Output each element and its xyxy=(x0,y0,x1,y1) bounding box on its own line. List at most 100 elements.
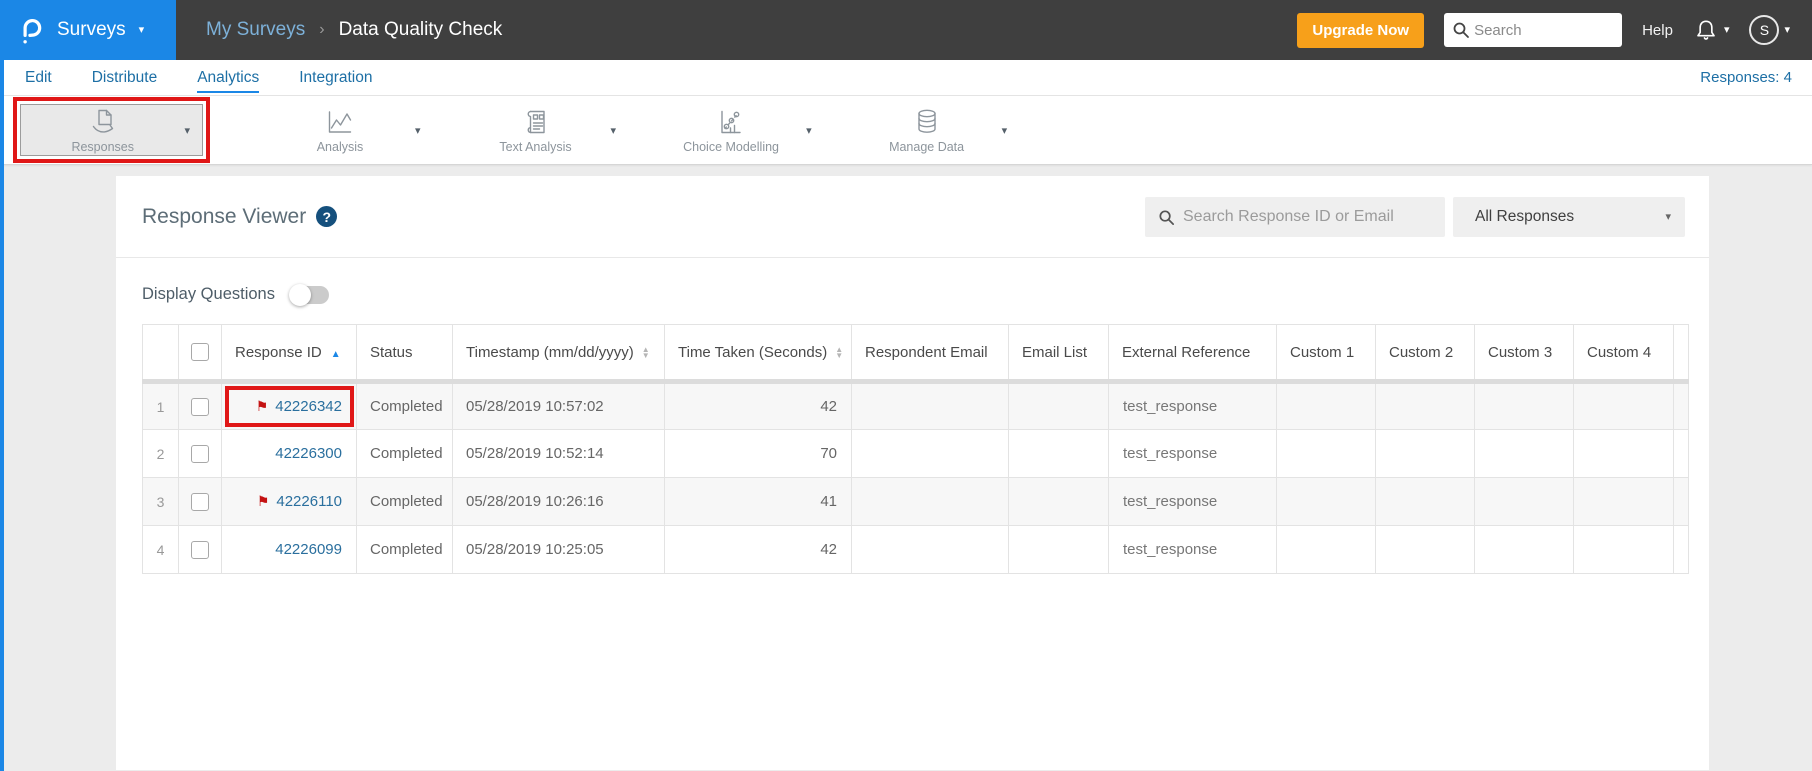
custom-2-cell xyxy=(1375,477,1475,526)
row-checkbox[interactable] xyxy=(191,444,209,463)
header-custom-2[interactable]: Custom 2 xyxy=(1375,324,1475,382)
toolbar-responses-button[interactable]: Responses ▾ xyxy=(13,97,210,163)
spacer-cell xyxy=(1673,525,1689,574)
product-switcher[interactable]: Surveys ▾ xyxy=(0,0,176,60)
custom-1-cell xyxy=(1276,525,1376,574)
nav-item-integration[interactable]: Integration xyxy=(299,62,372,93)
toolbar-manage-data-button[interactable]: Manage Data ▾ xyxy=(852,107,1007,154)
header-custom-4[interactable]: Custom 4 xyxy=(1573,324,1674,382)
toggle-knob xyxy=(288,283,311,306)
email-list-cell xyxy=(1008,381,1109,430)
header-spacer xyxy=(1673,324,1689,382)
spacer-cell xyxy=(1673,429,1689,478)
external-reference-cell: test_response xyxy=(1108,381,1277,430)
header-select-all[interactable] xyxy=(178,324,222,382)
timestamp-cell: 05/28/2019 10:25:05 xyxy=(452,525,665,574)
response-id-link[interactable]: 42226099 xyxy=(275,541,342,558)
response-viewer-card: Response Viewer ? All Responses ▾ Displa… xyxy=(116,176,1709,770)
row-select-cell xyxy=(178,477,222,526)
nav-item-edit[interactable]: Edit xyxy=(25,62,52,93)
response-search-input[interactable] xyxy=(1145,196,1445,237)
row-number: 2 xyxy=(142,429,179,478)
breadcrumb: My Surveys › Data Quality Check xyxy=(206,19,502,41)
questionpro-logo-icon xyxy=(23,18,42,44)
toolbar-choice-modelling-button[interactable]: Choice Modelling ▾ xyxy=(656,107,812,154)
row-number: 1 xyxy=(142,381,179,430)
header-respondent-email[interactable]: Respondent Email xyxy=(851,324,1009,382)
header-status[interactable]: Status xyxy=(356,324,453,382)
toolbar-item-label: Responses xyxy=(71,139,134,154)
header-row-number xyxy=(142,324,179,382)
respondent-email-cell xyxy=(851,429,1009,478)
breadcrumb-parent[interactable]: My Surveys xyxy=(206,19,305,41)
custom-2-cell xyxy=(1375,381,1475,430)
email-list-cell xyxy=(1008,477,1109,526)
help-link[interactable]: Help xyxy=(1642,22,1673,39)
toolbar-item-label: Manage Data xyxy=(889,139,965,154)
notifications-button[interactable]: ▾ xyxy=(1693,17,1730,43)
row-select-cell xyxy=(178,429,222,478)
header-timestamp[interactable]: Timestamp (mm/dd/yyyy) ▲ ▼ xyxy=(452,324,665,382)
respondent-email-cell xyxy=(851,525,1009,574)
row-number: 3 xyxy=(142,477,179,526)
custom-4-cell xyxy=(1573,381,1674,430)
email-list-cell xyxy=(1008,525,1109,574)
chevron-down-icon: ▾ xyxy=(1784,23,1790,36)
chevron-down-icon: ▾ xyxy=(1665,211,1671,223)
custom-1-cell xyxy=(1276,381,1376,430)
respondent-email-cell xyxy=(851,477,1009,526)
toolbar-text-analysis-button[interactable]: Text Analysis ▾ xyxy=(461,107,617,154)
header-external-reference[interactable]: External Reference xyxy=(1108,324,1277,382)
custom-4-cell xyxy=(1573,477,1674,526)
header-custom-1[interactable]: Custom 1 xyxy=(1276,324,1376,382)
toolbar-analysis-button[interactable]: Analysis ▾ xyxy=(265,107,421,154)
status-cell: Completed xyxy=(356,429,453,478)
select-all-checkbox[interactable] xyxy=(190,343,209,362)
table-row: 3 ⚑ 42226110 Completed 05/28/2019 10:26:1… xyxy=(142,477,1689,526)
timestamp-cell: 05/28/2019 10:52:14 xyxy=(452,429,665,478)
response-id-link[interactable]: 42226300 xyxy=(275,445,342,462)
nav-item-distribute[interactable]: Distribute xyxy=(92,62,157,93)
time-taken-cell: 42 xyxy=(664,525,852,574)
spacer-cell xyxy=(1673,381,1689,430)
email-list-cell xyxy=(1008,429,1109,478)
toolbar-item-label: Text Analysis xyxy=(499,139,572,154)
search-icon xyxy=(1159,209,1175,225)
page-title: Response Viewer xyxy=(142,204,307,228)
account-menu[interactable]: S ▾ xyxy=(1749,15,1790,45)
response-id-link[interactable]: 42226342 xyxy=(275,398,342,415)
chevron-down-icon: ▾ xyxy=(1723,23,1730,36)
time-taken-cell: 70 xyxy=(664,429,852,478)
header-response-id[interactable]: Response ID ▲ xyxy=(221,324,357,382)
row-checkbox[interactable] xyxy=(191,397,209,416)
breadcrumb-current: Data Quality Check xyxy=(338,19,503,40)
timestamp-cell: 05/28/2019 10:26:16 xyxy=(452,477,665,526)
response-id-cell: ⚑ 42226342 xyxy=(221,381,357,430)
bell-icon xyxy=(1697,20,1715,40)
custom-2-cell xyxy=(1375,525,1475,574)
choice-modelling-icon xyxy=(721,110,741,133)
page-content: Response Viewer ? All Responses ▾ Displa… xyxy=(0,165,1812,770)
response-id-cell: ⚑42226300 xyxy=(221,429,357,478)
left-accent-bar xyxy=(0,60,4,771)
header-time-taken[interactable]: Time Taken (Seconds) ▲ ▼ xyxy=(664,324,852,382)
help-icon[interactable]: ? xyxy=(316,206,338,227)
row-checkbox[interactable] xyxy=(191,540,209,559)
analysis-icon xyxy=(328,110,352,133)
nav-item-analytics[interactable]: Analytics xyxy=(197,62,260,93)
flag-icon: ⚑ xyxy=(256,493,270,509)
response-id-link[interactable]: 42226110 xyxy=(276,493,342,510)
spacer-cell xyxy=(1673,477,1689,526)
response-filter-dropdown[interactable]: All Responses ▾ xyxy=(1453,196,1685,237)
header-custom-3[interactable]: Custom 3 xyxy=(1474,324,1574,382)
upgrade-now-button[interactable]: Upgrade Now xyxy=(1297,12,1425,48)
global-search xyxy=(1444,13,1623,47)
row-checkbox[interactable] xyxy=(191,492,209,511)
table-header-row: Response ID ▲ Status Timestamp (mm/dd/yyy… xyxy=(142,324,1689,382)
chevron-down-icon: ▾ xyxy=(806,124,812,137)
time-taken-cell: 42 xyxy=(664,381,852,430)
chevron-down-icon: ▾ xyxy=(610,124,617,137)
display-questions-toggle[interactable] xyxy=(288,283,329,306)
header-email-list[interactable]: Email List xyxy=(1008,324,1109,382)
responses-count: Responses: 4 xyxy=(1700,69,1792,86)
